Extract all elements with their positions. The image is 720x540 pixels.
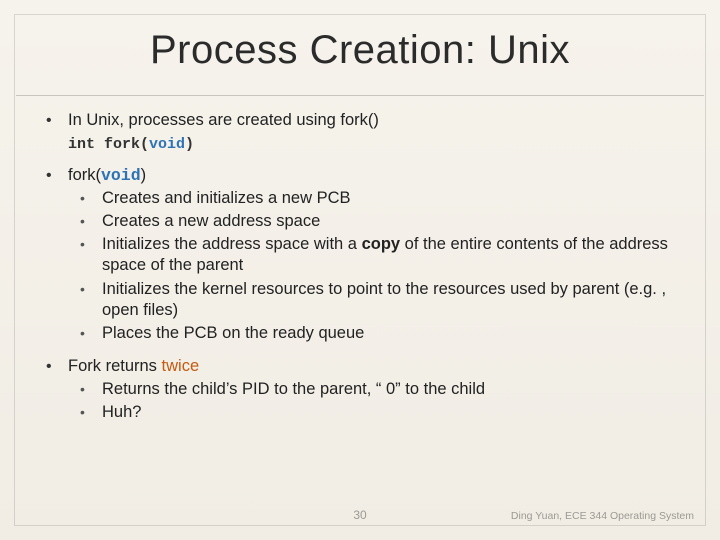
bullet-intro: In Unix, processes are created using for…: [40, 110, 692, 155]
slide: Process Creation: Unix In Unix, processe…: [0, 0, 720, 540]
bullet-icon: [40, 165, 68, 186]
slide-body: In Unix, processes are created using for…: [0, 110, 720, 424]
slide-title: Process Creation: Unix: [0, 0, 720, 95]
list-item: Creates and initializes a new PCB: [80, 188, 692, 209]
footer-credit: Ding Yuan, ECE 344 Operating System: [511, 510, 694, 522]
sub-text: Huh?: [102, 402, 692, 423]
bullet-icon: [80, 188, 102, 209]
divider: [16, 95, 704, 96]
bullet-icon: [80, 279, 102, 300]
code-post: ): [185, 136, 194, 153]
sub-text: Creates and initializes a new PCB: [102, 188, 692, 209]
list-item: Initializes the kernel resources to poin…: [80, 279, 692, 321]
bullet-fork: fork(void) Creates and initializes a new…: [40, 165, 692, 344]
fork-suffix: ): [141, 166, 147, 184]
list-item: Returns the child’s PID to the parent, “…: [80, 379, 692, 400]
bullet-returns-text: Fork returns twice: [68, 356, 692, 377]
bullet-icon: [80, 379, 102, 400]
returns-prefix: Fork returns: [68, 357, 162, 375]
sub-text: Initializes the kernel resources to poin…: [102, 279, 692, 321]
sub-text: Places the PCB on the ready queue: [102, 323, 692, 344]
bullet-icon: [80, 323, 102, 344]
fork-prefix: fork(: [68, 166, 101, 184]
bullet-icon: [40, 110, 68, 131]
code-pre: int fork(: [68, 136, 149, 153]
bullet-intro-text: In Unix, processes are created using for…: [68, 110, 692, 131]
sub-copy-bold: copy: [362, 235, 401, 253]
code-signature: int fork(void): [68, 135, 692, 154]
list-item: Initializes the address space with a cop…: [80, 234, 692, 276]
list-item: Huh?: [80, 402, 692, 423]
returns-twice: twice: [162, 357, 200, 375]
list-item: Places the PCB on the ready queue: [80, 323, 692, 344]
bullet-fork-text: fork(void): [68, 165, 692, 186]
list-item: Creates a new address space: [80, 211, 692, 232]
sub-copy: Initializes the address space with a cop…: [102, 234, 692, 276]
bullet-icon: [80, 402, 102, 423]
sub-text: Creates a new address space: [102, 211, 692, 232]
bullet-returns: Fork returns twice Returns the child’s P…: [40, 356, 692, 424]
bullet-icon: [80, 211, 102, 232]
fork-sublist: Creates and initializes a new PCB Create…: [80, 188, 692, 344]
fork-void: void: [101, 166, 141, 185]
code-void: void: [149, 136, 185, 153]
bullet-icon: [40, 356, 68, 377]
top-list: In Unix, processes are created using for…: [40, 110, 692, 424]
sub-text: Returns the child’s PID to the parent, “…: [102, 379, 692, 400]
bullet-icon: [80, 234, 102, 255]
returns-sublist: Returns the child’s PID to the parent, “…: [80, 379, 692, 423]
sub-copy-pre: Initializes the address space with a: [102, 235, 362, 253]
